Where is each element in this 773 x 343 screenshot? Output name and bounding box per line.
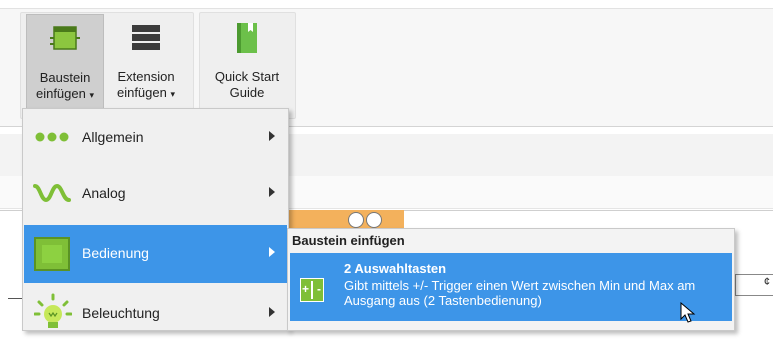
property-field-value: ¢ (763, 276, 770, 288)
mouse-cursor-icon (680, 301, 696, 327)
ribbon-top-strip (0, 0, 773, 9)
green-square-icon (34, 237, 70, 274)
menu-item-label: Bedienung (82, 245, 149, 261)
menu-item-bedienung[interactable]: Bedienung (24, 225, 287, 283)
menu-item-analog[interactable]: Analog (24, 165, 287, 223)
insert-module-label-2-text: einfügen (35, 86, 86, 101)
divider-glyph (311, 281, 313, 299)
insert-extension-button[interactable]: Extension einfügen ▾ (106, 14, 186, 114)
sine-wave-icon (32, 182, 72, 207)
bedienung-submenu: Baustein einfügen + - 2 Auswahltasten Gi… (287, 228, 735, 331)
submenu-item-description: Gibt mittels +/- Trigger einen Wert zwis… (344, 278, 696, 308)
three-dots-icon (34, 131, 70, 146)
chevron-right-icon (269, 131, 275, 141)
property-field[interactable]: ¢ (735, 274, 773, 296)
submenu-item-2-auswahltasten[interactable]: + - 2 Auswahltasten Gibt mittels +/- Tri… (290, 253, 732, 321)
quick-start-label-1: Quick Start (214, 69, 280, 84)
chevron-down-icon: ▾ (89, 90, 95, 100)
light-bulb-icon (33, 293, 73, 336)
chevron-down-icon: ▾ (170, 89, 176, 99)
insert-module-menu: Allgemein Analog Bedienung Beleuchtung (22, 108, 289, 331)
insert-module-label-1: Baustein (39, 70, 91, 85)
module-window-icon (50, 23, 80, 56)
plus-glyph: + (302, 282, 310, 296)
minus-glyph: - (317, 282, 321, 296)
insert-module-label-2: einfügen ▾ (27, 86, 103, 103)
menu-item-label: Allgemein (82, 129, 144, 145)
submenu-header: Baustein einfügen (292, 233, 405, 248)
chevron-right-icon (269, 187, 275, 197)
orange-module-block[interactable] (286, 210, 404, 228)
quick-start-guide-button[interactable]: Quick Start Guide (204, 14, 290, 114)
insert-module-button[interactable]: Baustein einfügen ▾ (26, 14, 104, 116)
quick-start-label-2: Guide (229, 85, 265, 100)
connector-circle-icon (366, 212, 382, 228)
submenu-item-title: 2 Auswahltasten (344, 261, 447, 276)
plus-minus-buttons-icon: + - (300, 278, 324, 302)
insert-extension-label-2-text: einfügen (116, 85, 167, 100)
connector-circle-icon (348, 212, 364, 228)
book-icon (234, 22, 260, 57)
menu-item-allgemein[interactable]: Allgemein (24, 109, 287, 167)
menu-item-label: Beleuchtung (82, 305, 160, 321)
chevron-right-icon (269, 307, 275, 317)
insert-extension-label-2: einfügen ▾ (106, 85, 186, 102)
insert-extension-label-1: Extension (117, 69, 175, 84)
menu-item-label: Analog (82, 185, 126, 201)
extension-icon (130, 22, 162, 55)
menu-item-beleuchtung[interactable]: Beleuchtung (24, 285, 287, 343)
chevron-right-icon (269, 247, 275, 257)
